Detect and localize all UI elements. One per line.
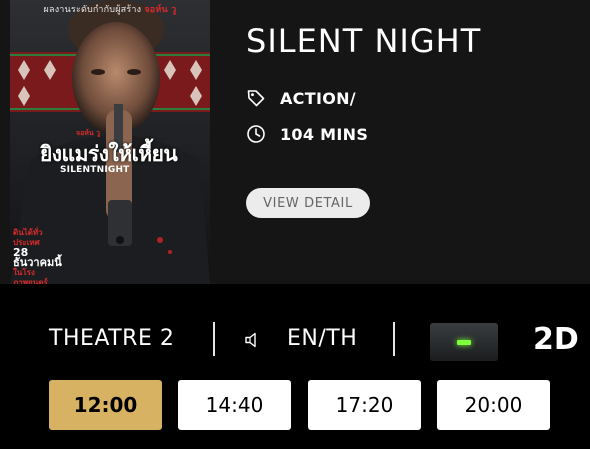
genre-row: ACTION/: [246, 86, 356, 110]
speaker-icon: [243, 330, 263, 350]
divider: [213, 322, 215, 356]
screen-led-icon: [430, 323, 498, 361]
poster-tagline: ผลงานระดับกำกับผู้สร้าง จอห์น วู: [43, 5, 177, 15]
showtime-button[interactable]: 20:00: [437, 380, 550, 430]
session-info-bar: THEATRE 2 EN/TH 2D: [0, 308, 590, 372]
divider: [393, 322, 395, 356]
showtime-button[interactable]: 14:40: [178, 380, 291, 430]
view-detail-button[interactable]: VIEW DETAIL: [246, 188, 370, 218]
format-led: [457, 339, 471, 345]
movie-title: SILENT NIGHT: [246, 22, 482, 60]
poster-title-en: SILENTNIGHT: [60, 165, 130, 175]
format-label: 2D: [533, 322, 579, 357]
poster-release-info: ดินได้ทั่วประเทศ 28 ธันวาคมนี้ ในโรงภาพย…: [13, 228, 62, 284]
genre-label: ACTION/: [280, 88, 356, 108]
showtime-button-selected[interactable]: 12:00: [49, 380, 162, 430]
duration-label: 104 MINS: [280, 124, 369, 144]
language-label: EN/TH: [287, 326, 358, 351]
duration-row: 104 MINS: [246, 122, 368, 146]
showtime-button[interactable]: 17:20: [308, 380, 421, 430]
movie-info-panel: ผลงานระดับกำกับผู้สร้าง จอห์น วู จอห์น ว…: [0, 0, 590, 284]
showtime-list: 12:00 14:40 17:20 20:00: [0, 380, 590, 432]
clock-icon: [246, 124, 266, 144]
theatre-label: THEATRE 2: [49, 326, 175, 351]
movie-poster[interactable]: ผลงานระดับกำกับผู้สร้าง จอห์น วู จอห์น ว…: [10, 0, 210, 284]
tag-icon: [246, 88, 266, 108]
